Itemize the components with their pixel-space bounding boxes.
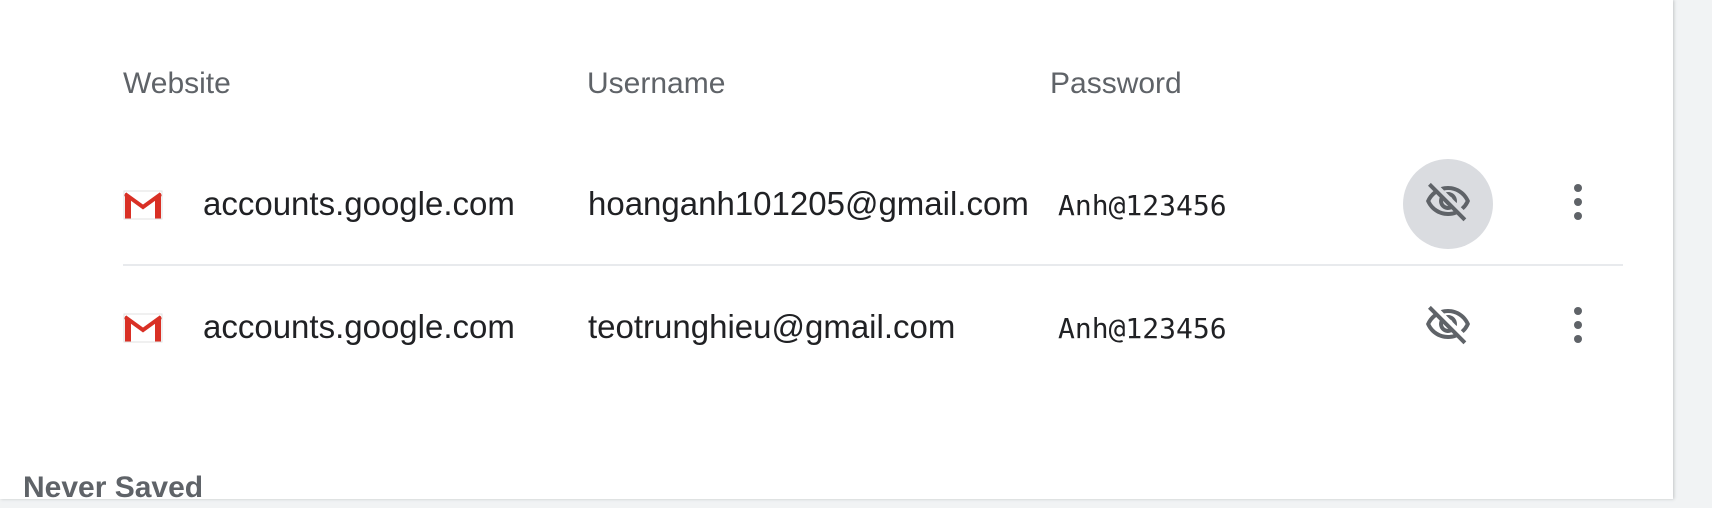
more-actions-button[interactable] <box>1543 292 1613 362</box>
gmail-icon <box>123 190 163 220</box>
password-text: Anh@123456 <box>1058 189 1227 222</box>
password-row: accounts.google.com teotrunghieu@gmail.c… <box>123 265 1623 387</box>
website-link[interactable]: accounts.google.com <box>203 182 515 226</box>
username-text: teotrunghieu@gmail.com <box>588 308 956 345</box>
column-header-password: Password <box>1050 67 1182 100</box>
hide-password-button[interactable] <box>1403 282 1493 372</box>
saved-passwords-card: Website Username Password accounts.googl… <box>0 0 1673 504</box>
password-row: accounts.google.com hoanganh101205@gmail… <box>123 142 1623 266</box>
password-text: Anh@123456 <box>1058 312 1227 345</box>
eye-off-icon <box>1424 178 1472 231</box>
more-vertical-icon <box>1572 306 1584 348</box>
eye-off-icon <box>1424 301 1472 354</box>
website-link[interactable]: accounts.google.com <box>203 305 515 349</box>
gmail-icon <box>123 313 163 343</box>
column-header-username: Username <box>587 67 726 100</box>
more-actions-button[interactable] <box>1543 169 1613 239</box>
never-saved-heading: Never Saved <box>23 471 204 504</box>
column-header-website: Website <box>123 67 231 100</box>
more-vertical-icon <box>1572 183 1584 225</box>
username-text: hoanganh101205@gmail.com <box>588 185 1029 222</box>
hide-password-button[interactable] <box>1403 159 1493 249</box>
